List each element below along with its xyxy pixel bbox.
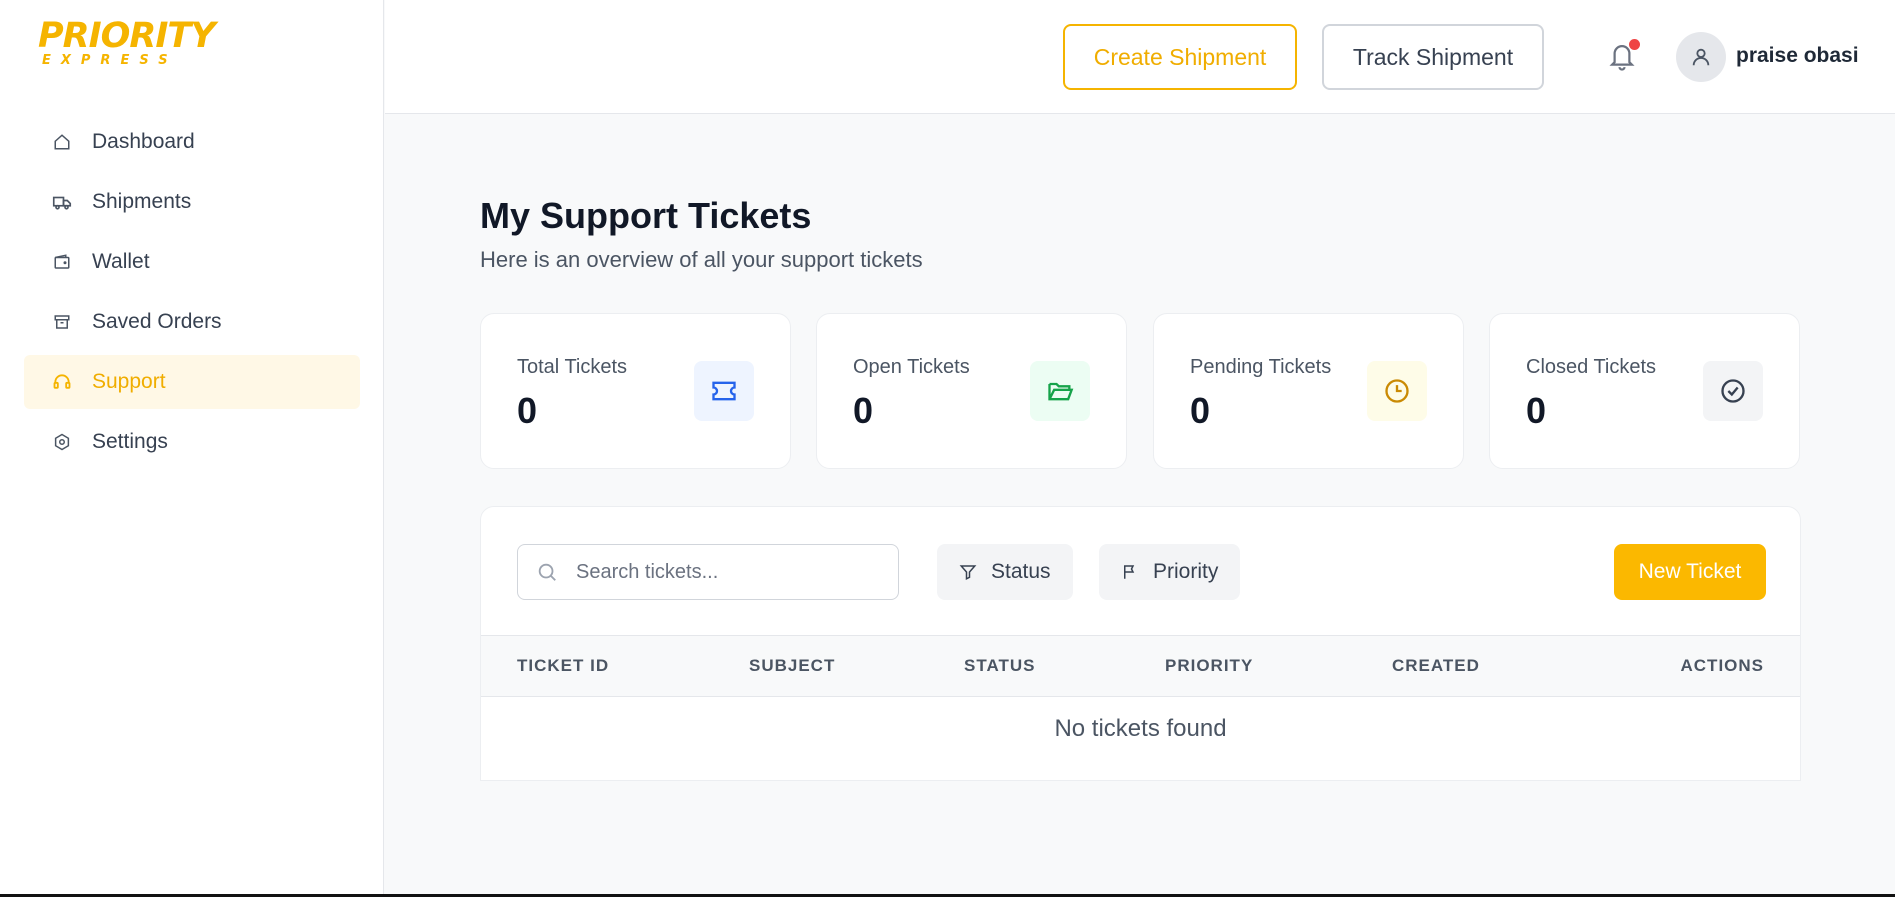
top-header: Create Shipment Track Shipment praise ob… <box>385 0 1895 114</box>
table-header: TICKET ID SUBJECT STATUS PRIORITY CREATE… <box>481 635 1800 697</box>
stat-label: Closed Tickets <box>1526 356 1657 378</box>
search-input[interactable] <box>576 560 876 584</box>
status-filter-button[interactable]: Status <box>937 544 1073 600</box>
sidebar-nav: Dashboard Shipments Wallet Saved Orders … <box>24 115 360 475</box>
search-box[interactable] <box>517 544 899 600</box>
sidebar-item-label: Dashboard <box>92 130 195 153</box>
search-icon <box>536 560 560 584</box>
sidebar-item-label: Shipments <box>92 190 192 213</box>
stat-value: 0 <box>517 390 538 431</box>
create-shipment-button[interactable]: Create Shipment <box>1063 24 1297 90</box>
logo-wordmark: PRIORITY <box>38 16 216 56</box>
tickets-panel: Status Priority New Ticket TICKET ID SUB… <box>480 506 1801 781</box>
column-header-actions: ACTIONS <box>1680 656 1764 675</box>
column-header-ticket-id[interactable]: TICKET ID <box>517 656 609 676</box>
stat-label: Total Tickets <box>517 356 628 378</box>
column-header-priority[interactable]: PRIORITY <box>1165 656 1253 676</box>
track-shipment-button[interactable]: Track Shipment <box>1322 24 1544 90</box>
sidebar-item-dashboard[interactable]: Dashboard <box>24 115 360 169</box>
truck-icon <box>52 192 72 212</box>
status-filter-label: Status <box>991 560 1051 583</box>
stat-card-open: Open Tickets 0 <box>816 313 1127 469</box>
clock-icon <box>1367 361 1427 421</box>
stat-card-total: Total Tickets 0 <box>480 313 791 469</box>
stat-card-pending: Pending Tickets 0 <box>1153 313 1464 469</box>
folder-open-icon <box>1030 361 1090 421</box>
sidebar-item-wallet[interactable]: Wallet <box>24 235 360 289</box>
stat-value: 0 <box>1190 390 1211 431</box>
headset-icon <box>52 372 72 392</box>
home-icon <box>52 132 72 152</box>
stat-card-closed: Closed Tickets 0 <box>1489 313 1800 469</box>
sidebar: PRIORITY EXPRESS Dashboard Shipments Wal… <box>0 0 384 897</box>
column-header-subject[interactable]: SUBJECT <box>749 656 835 676</box>
stat-label: Pending Tickets <box>1190 356 1332 378</box>
brand-logo[interactable]: PRIORITY EXPRESS <box>38 16 216 74</box>
flag-icon <box>1121 563 1139 581</box>
filter-icon <box>959 563 977 581</box>
archive-icon <box>52 312 72 332</box>
notification-badge <box>1629 39 1640 50</box>
sidebar-item-label: Settings <box>92 430 168 453</box>
stat-value: 0 <box>853 390 874 431</box>
empty-state-message: No tickets found <box>1054 715 1227 742</box>
stat-label: Open Tickets <box>853 356 970 378</box>
priority-filter-button[interactable]: Priority <box>1099 544 1241 600</box>
sidebar-item-label: Support <box>92 370 166 393</box>
sidebar-item-support[interactable]: Support <box>24 355 360 409</box>
avatar[interactable] <box>1676 32 1726 82</box>
check-circle-icon <box>1703 361 1763 421</box>
page-subtitle: Here is an overview of all your support … <box>480 247 923 272</box>
column-header-status[interactable]: STATUS <box>964 656 1035 676</box>
stat-value: 0 <box>1526 390 1547 431</box>
sidebar-item-label: Saved Orders <box>92 310 222 333</box>
sidebar-item-settings[interactable]: Settings <box>24 415 360 469</box>
column-header-created[interactable]: CREATED <box>1392 656 1480 676</box>
sidebar-item-saved-orders[interactable]: Saved Orders <box>24 295 360 349</box>
settings-icon <box>52 432 72 452</box>
page-title: My Support Tickets <box>480 195 812 236</box>
new-ticket-button[interactable]: New Ticket <box>1614 544 1766 600</box>
user-name[interactable]: praise obasi <box>1736 44 1859 68</box>
sidebar-item-shipments[interactable]: Shipments <box>24 175 360 229</box>
priority-filter-label: Priority <box>1153 560 1219 583</box>
ticket-icon <box>694 361 754 421</box>
logo-subtitle: EXPRESS <box>42 53 178 68</box>
wallet-icon <box>52 252 72 272</box>
sidebar-item-label: Wallet <box>92 250 150 273</box>
